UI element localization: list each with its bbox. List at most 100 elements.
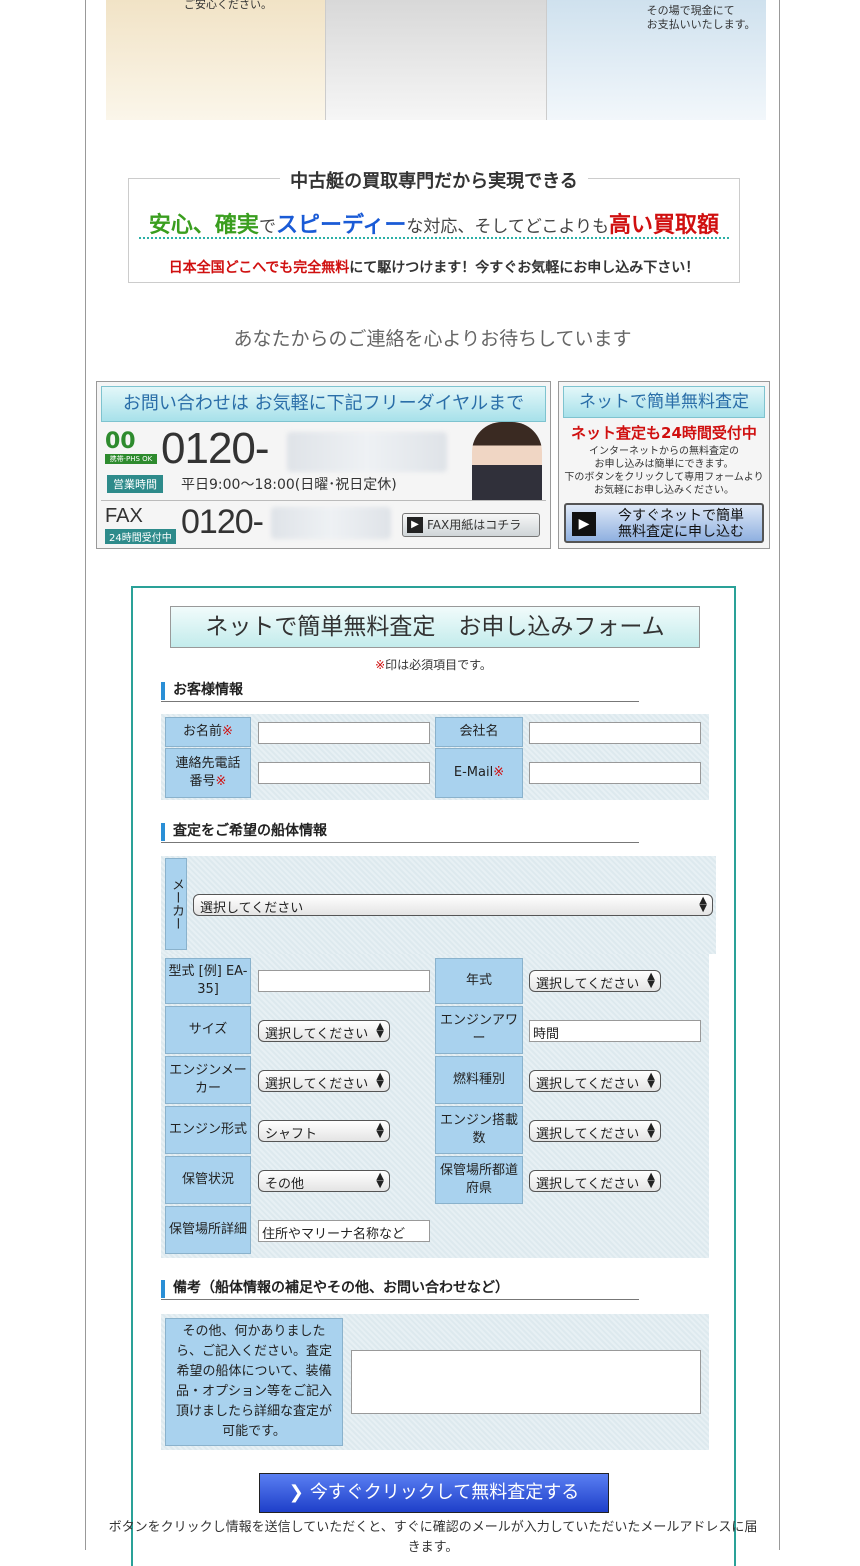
engine-maker-label: エンジンメーカー — [165, 1056, 251, 1104]
netbox-line-2: お申し込みは簡単にできます。 — [594, 459, 734, 470]
hero-right-caption-1: その場で現金にて — [646, 4, 735, 17]
engine-maker-select[interactable]: 選択してください ▲ ▼ — [258, 1070, 390, 1092]
storage-status-select[interactable]: その他 ▲ ▼ — [258, 1170, 390, 1192]
japan-map-image: ご安心ください。 — [106, 0, 327, 120]
notes-grid: その他、何かありましたら、ご記入ください。査定希望の船体について、装備品・オプシ… — [161, 1314, 709, 1450]
page-container: ご安心ください。 その場で現金にて お支払いいたします。 中古艇の買取専門だから… — [85, 0, 780, 1566]
prefecture-select-value: 選択してください — [536, 1177, 640, 1192]
net-apply-label-1: 今すぐネットで簡単 — [618, 508, 744, 524]
submit-button[interactable]: ❯ 今すぐクリックして無料査定する — [259, 1473, 609, 1513]
size-label: サイズ — [165, 1006, 251, 1054]
promo-headline: 安心、確実でスピーディーな対応、そしてどこよりも高い買取額 — [129, 207, 739, 239]
updown-icon: ▲ ▼ — [647, 1171, 655, 1190]
engine-count-select[interactable]: 選択してください ▲ ▼ — [529, 1120, 661, 1142]
form-title: ネットで簡単無料査定 お申し込みフォーム — [170, 606, 700, 648]
promo-title: 中古艇の買取専門だから実現できる — [280, 171, 588, 192]
section-boat: 査定をご希望の船体情報 — [161, 821, 639, 843]
prefecture-select[interactable]: 選択してください ▲ ▼ — [529, 1170, 661, 1192]
engine-hours-input[interactable]: 時間 — [529, 1020, 701, 1042]
hero-left-caption: ご安心ください。 — [184, 0, 272, 11]
chevron-right-icon: ▶ — [572, 512, 596, 536]
required-mark: ※ — [222, 724, 233, 739]
maker-grid: メーカー 選択してください ▲ ▼ — [161, 856, 716, 954]
updown-icon: ▲ ▼ — [647, 1121, 655, 1140]
updown-icon: ▲ ▼ — [376, 1121, 384, 1140]
promo-mid: な対応、そしてどこよりも — [406, 217, 610, 237]
storage-status-label: 保管状況 — [165, 1156, 251, 1204]
year-select[interactable]: 選択してください ▲ ▼ — [529, 970, 661, 992]
netbox-head: ネットで簡単無料査定 — [563, 386, 765, 418]
name-label-text: お名前 — [183, 724, 223, 739]
fax-label: FAX — [105, 505, 143, 527]
company-label: 会社名 — [435, 717, 523, 747]
tel-number-blurred — [287, 432, 447, 472]
email-label-text: E-Mail — [453, 765, 494, 780]
email-input[interactable] — [529, 762, 701, 784]
netbox-line-4: お気軽にお申し込みください。 — [594, 485, 734, 496]
size-select[interactable]: 選択してください ▲ ▼ — [258, 1020, 390, 1042]
model-input[interactable] — [258, 970, 430, 992]
tel-prefix: 0120- — [161, 424, 270, 473]
net-apply-label-2: 無料査定に申し込む — [618, 524, 744, 540]
updown-icon: ▲ ▼ — [376, 1071, 384, 1090]
fax-form-button[interactable]: ▶ FAX用紙はコチラ — [402, 513, 540, 537]
chevron-right-icon: ▶ — [407, 517, 423, 533]
submit-footnote: ボタンをクリックし情報を送信していただくと、すぐに確認のメールが入力していただい… — [108, 1520, 758, 1555]
submit-button-label: 今すぐクリックして無料査定する — [309, 1482, 580, 1503]
fax-row: FAX 24時間受付中 0120- ▶ FAX用紙はコチラ — [101, 500, 546, 544]
freedial-mobile-ok: 携帯·PHS OK — [105, 454, 157, 464]
fuel-label: 燃料種別 — [435, 1056, 523, 1104]
freedial-icon: 00 携帯·PHS OK — [105, 430, 157, 470]
fax-form-button-label: FAX用紙はコチラ — [427, 518, 522, 532]
storage-detail-input[interactable]: 住所やマリーナ名称など — [258, 1220, 430, 1242]
engine-count-select-value: 選択してください — [536, 1127, 640, 1142]
fuel-select[interactable]: 選択してください ▲ ▼ — [529, 1070, 661, 1092]
promo-subtext: 日本全国どこへでも完全無料にて駆けつけます！今すぐお気軽にお申し込み下さい！ — [129, 257, 739, 277]
cash-image — [326, 0, 547, 120]
engine-count-label: エンジン搭載数 — [435, 1106, 523, 1154]
promo-anshin: 安心、確実 — [148, 213, 259, 238]
storage-detail-label: 保管場所詳細 — [165, 1206, 251, 1254]
phone-input[interactable] — [258, 762, 430, 784]
promo-speedy: スピーディー — [275, 213, 407, 238]
storage-status-select-value: その他 — [265, 1177, 305, 1192]
engine-type-label: エンジン形式 — [165, 1106, 251, 1154]
company-input[interactable] — [529, 722, 701, 744]
required-mark: ※ — [375, 658, 386, 672]
section-notes: 備考（船体情報の補足やその他、お問い合わせなど） — [161, 1278, 639, 1300]
maker-select-value: 選択してください — [200, 901, 304, 916]
required-mark: ※ — [493, 765, 505, 780]
section-customer: お客様情報 — [161, 680, 639, 702]
model-label: 型式 [例] EA-35] — [165, 958, 251, 1004]
chevron-right-icon: ❯ — [288, 1482, 304, 1503]
net-assessment-box: ネットで簡単無料査定 ネット査定も24時間受付中 インターネットからの無料査定の… — [558, 381, 770, 549]
engine-type-select[interactable]: シャフト ▲ ▼ — [258, 1120, 390, 1142]
phone-contact-banner[interactable]: お問い合わせは お気軽に下記フリーダイヤルまで 00 携帯·PHS OK 012… — [96, 381, 551, 549]
updown-icon: ▲ ▼ — [376, 1021, 384, 1040]
netbox-24h: ネット査定も24時間受付中 — [571, 424, 757, 442]
phone-label-2: 番号 — [189, 774, 216, 789]
updown-icon: ▲ ▼ — [699, 895, 707, 914]
netbox-description: インターネットからの無料査定の お申し込みは簡単にできます。 下のボタンをクリッ… — [559, 445, 769, 497]
notes-label: その他、何かありましたら、ご記入ください。査定希望の船体について、装備品・オプシ… — [165, 1318, 343, 1446]
maker-select[interactable]: 選択してください ▲ ▼ — [193, 894, 713, 916]
operator-image — [472, 422, 542, 500]
name-input[interactable] — [258, 722, 430, 744]
promo-high-price: 高い買取額 — [609, 213, 720, 238]
promo-underline — [139, 237, 729, 241]
hours-badge: 営業時間 — [107, 475, 163, 493]
fax-number-blurred — [271, 507, 391, 539]
maker-label: メーカー — [165, 858, 187, 950]
notes-textarea[interactable] — [351, 1350, 701, 1414]
net-apply-button[interactable]: ▶ 今すぐネットで簡単 無料査定に申し込む — [564, 503, 764, 543]
engine-maker-select-value: 選択してください — [265, 1077, 369, 1092]
promo-sub-red: 日本全国どこへでも完全無料 — [168, 260, 350, 276]
promo-box: 中古艇の買取専門だから実現できる 安心、確実でスピーディーな対応、そしてどこより… — [128, 171, 740, 283]
required-note: ※印は必須項目です。 — [133, 656, 734, 673]
year-select-value: 選択してください — [536, 977, 640, 992]
email-label: E-Mail ※ — [435, 748, 523, 798]
prefecture-label: 保管場所都道府県 — [435, 1156, 523, 1204]
netbox-line-1: インターネットからの無料査定の — [589, 446, 739, 457]
promo-de: で — [258, 217, 276, 237]
customer-grid: お名前 ※ 会社名 連絡先電話 番号※ E-Mail ※ — [161, 714, 709, 800]
